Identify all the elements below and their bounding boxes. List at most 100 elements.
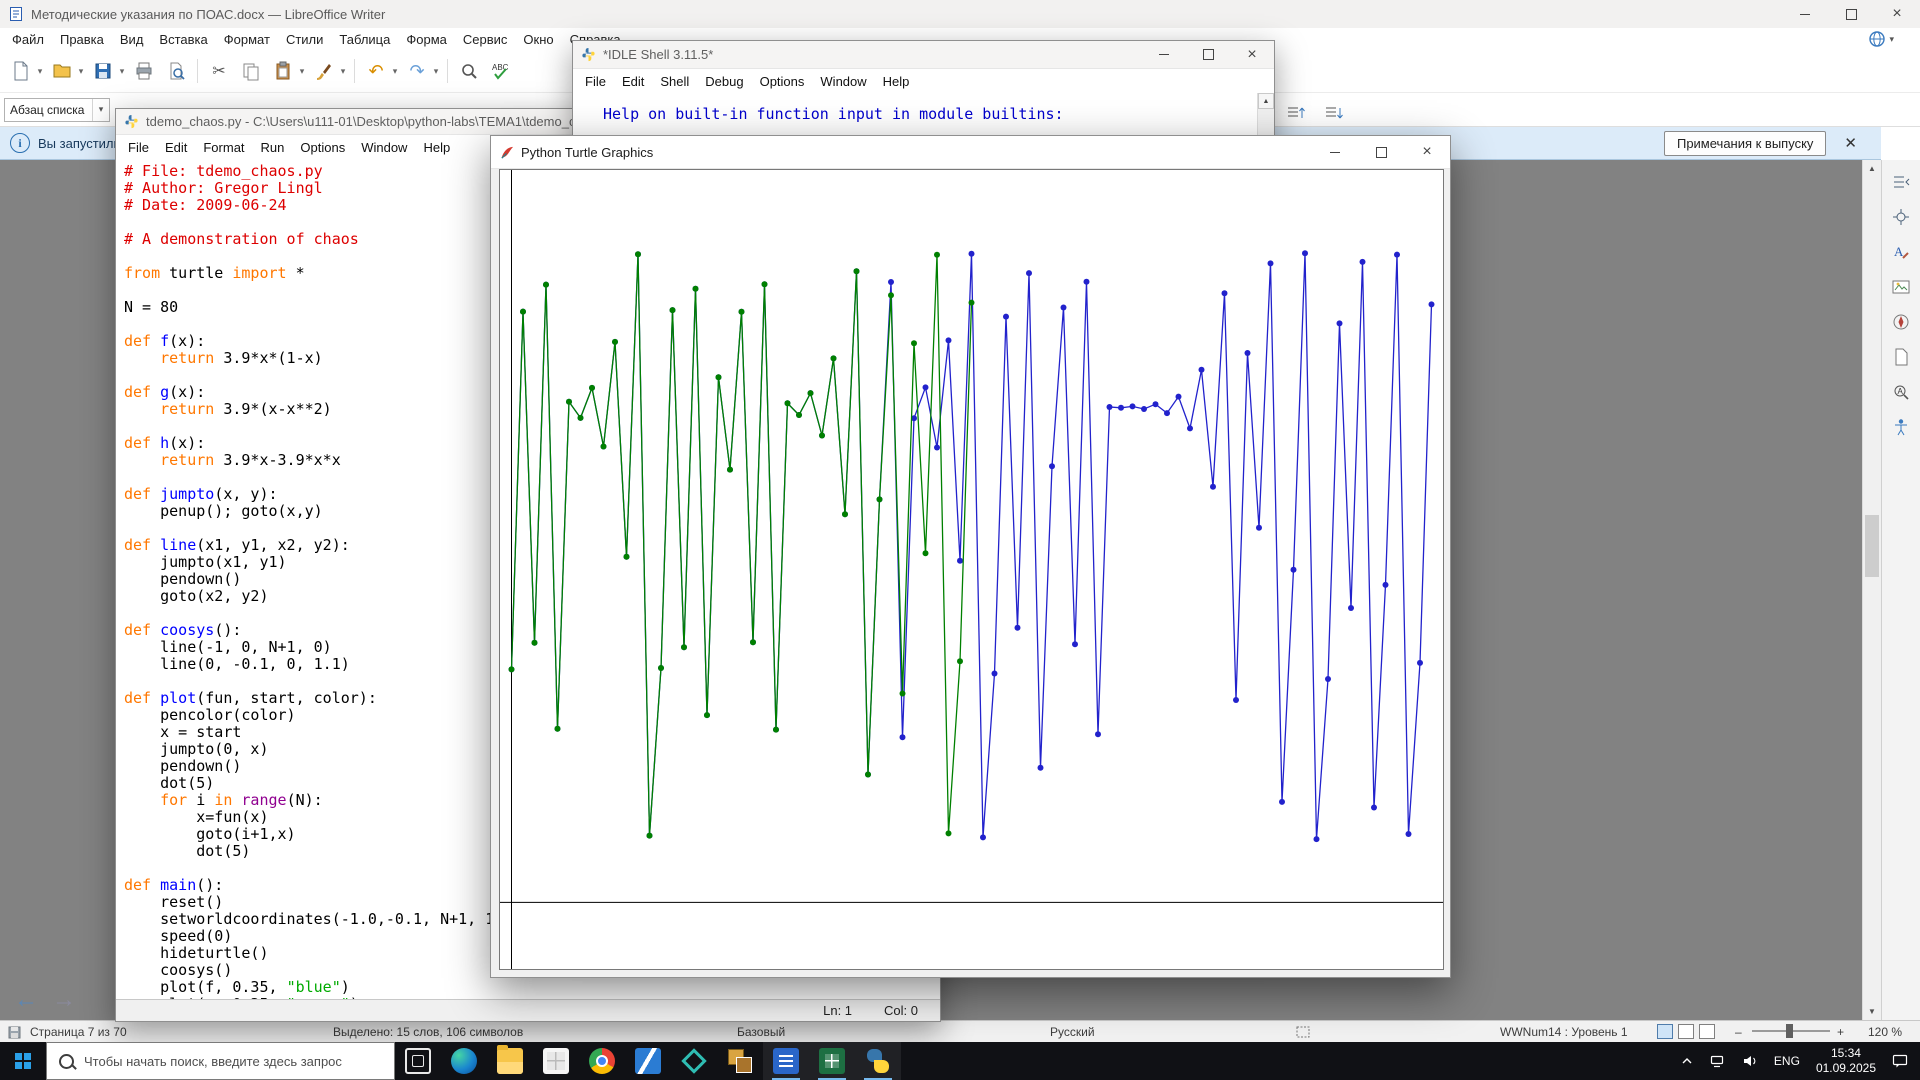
idle-scroll-up-icon[interactable]: ▲ <box>1258 93 1274 109</box>
taskbar-app-file-explorer[interactable] <box>487 1042 533 1080</box>
menu-item[interactable]: Таблица <box>331 30 398 49</box>
status-page[interactable]: Страница 7 из 70 <box>30 1025 127 1039</box>
gallery-icon[interactable] <box>1889 275 1913 299</box>
zoom-in-icon[interactable]: + <box>1837 1025 1844 1039</box>
undo-button[interactable]: ↶ <box>361 55 391 87</box>
zoom-level[interactable]: 120 % <box>1868 1025 1902 1039</box>
idle-close-button[interactable]: × <box>1230 41 1274 68</box>
increase-paragraph-spacing-button[interactable] <box>1280 97 1310 129</box>
paste-button[interactable] <box>268 55 298 87</box>
open-dropdown-caret-icon[interactable]: ▾ <box>76 66 86 77</box>
menu-item[interactable]: Edit <box>157 137 195 158</box>
redo-button[interactable]: ↷ <box>402 55 432 87</box>
decrease-paragraph-spacing-button[interactable] <box>1318 97 1348 129</box>
menu-item[interactable]: Edit <box>614 71 652 92</box>
writer-close-button[interactable]: × <box>1874 0 1920 28</box>
turtle-titlebar[interactable]: Python Turtle Graphics × <box>491 136 1450 169</box>
tray-chevron-icon[interactable] <box>1673 1042 1701 1080</box>
new-document-button[interactable] <box>6 55 36 87</box>
menu-item[interactable]: Сервис <box>455 30 516 49</box>
idle-maximize-button[interactable] <box>1186 41 1230 68</box>
menu-item[interactable]: Options <box>752 71 813 92</box>
turtle-minimize-button[interactable] <box>1312 136 1358 168</box>
writer-minimize-button[interactable] <box>1782 0 1828 28</box>
new-dropdown-caret-icon[interactable]: ▾ <box>35 66 45 77</box>
release-notes-button[interactable]: Примечания к выпуску <box>1663 130 1827 156</box>
menu-item[interactable]: File <box>577 71 614 92</box>
single-page-view-icon[interactable] <box>1657 1024 1673 1039</box>
turtle-maximize-button[interactable] <box>1358 136 1404 168</box>
save-dropdown-caret-icon[interactable]: ▾ <box>117 66 127 77</box>
taskbar-app-libreoffice-writer[interactable] <box>763 1042 809 1080</box>
accessibility-icon[interactable] <box>1889 415 1913 439</box>
zoom-slider[interactable] <box>1752 1024 1830 1038</box>
spelling-button[interactable]: ABC <box>486 55 516 87</box>
volume-icon[interactable] <box>1735 1042 1765 1080</box>
clone-formatting-button[interactable] <box>309 55 339 87</box>
navigator-icon[interactable] <box>1889 310 1913 334</box>
taskbar-app-python-idle[interactable] <box>855 1042 901 1080</box>
language-indicator[interactable]: ENG <box>1767 1042 1807 1080</box>
paragraph-style-combobox[interactable]: Абзац списка ▾ <box>4 97 110 122</box>
open-button[interactable] <box>47 55 77 87</box>
sidebar-settings-icon[interactable] <box>1889 170 1913 194</box>
menu-item[interactable]: Help <box>875 71 918 92</box>
zoom-out-icon[interactable]: – <box>1735 1025 1742 1039</box>
document-scrollbar[interactable]: ▲ ▼ <box>1862 160 1881 1020</box>
status-language[interactable]: Русский <box>1050 1025 1095 1039</box>
combobox-caret-icon[interactable]: ▾ <box>92 98 109 121</box>
status-page-style[interactable]: Базовый <box>737 1025 785 1039</box>
menu-item[interactable]: Shell <box>652 71 697 92</box>
taskbar-app-python-setup[interactable] <box>717 1042 763 1080</box>
status-selection[interactable]: Выделено: 15 слов, 106 символов <box>333 1025 523 1039</box>
back-arrow-icon[interactable]: ← <box>14 986 38 1014</box>
menu-item[interactable]: Help <box>415 137 458 158</box>
zoom-slider-thumb[interactable] <box>1786 1024 1793 1038</box>
style-inspector-icon[interactable]: A <box>1889 380 1913 404</box>
menu-item[interactable]: Вставка <box>151 30 215 49</box>
update-indicator[interactable]: ▾ <box>1868 30 1894 48</box>
menu-item[interactable]: Format <box>195 137 252 158</box>
scroll-up-icon[interactable]: ▲ <box>1863 160 1881 177</box>
properties-icon[interactable] <box>1889 205 1913 229</box>
taskbar-app-chrome[interactable] <box>579 1042 625 1080</box>
selection-mode-icon[interactable] <box>1296 1026 1310 1038</box>
menu-item[interactable]: Стили <box>278 30 331 49</box>
menu-item[interactable]: Debug <box>697 71 751 92</box>
clone-dropdown-caret-icon[interactable]: ▾ <box>338 66 348 77</box>
styles-icon[interactable]: A <box>1889 240 1913 264</box>
book-view-icon[interactable] <box>1699 1024 1715 1039</box>
menu-item[interactable]: Формат <box>216 30 278 49</box>
page-icon[interactable] <box>1889 345 1913 369</box>
menu-item[interactable]: Окно <box>515 30 561 49</box>
menu-item[interactable]: File <box>120 137 157 158</box>
taskbar-app-libreoffice-calc[interactable] <box>809 1042 855 1080</box>
turtle-canvas[interactable] <box>499 169 1444 970</box>
notification-center-icon[interactable] <box>1885 1042 1916 1080</box>
paste-dropdown-caret-icon[interactable]: ▾ <box>297 66 307 77</box>
scroll-down-icon[interactable]: ▼ <box>1863 1003 1881 1020</box>
find-replace-button[interactable] <box>454 55 484 87</box>
taskbar-app-edge[interactable] <box>441 1042 487 1080</box>
menu-item[interactable]: Файл <box>4 30 52 49</box>
taskbar-app-calculator[interactable] <box>533 1042 579 1080</box>
save-status-icon[interactable] <box>8 1026 21 1039</box>
writer-titlebar[interactable]: Методические указания по ПОАС.docx — Lib… <box>0 0 1920 28</box>
menu-item[interactable]: Window <box>353 137 415 158</box>
menu-item[interactable]: Форма <box>398 30 455 49</box>
turtle-close-button[interactable]: × <box>1404 136 1450 168</box>
menu-item[interactable]: Run <box>253 137 293 158</box>
idle-titlebar[interactable]: *IDLE Shell 3.11.5* × <box>573 41 1274 69</box>
menu-item[interactable]: Правка <box>52 30 112 49</box>
network-icon[interactable] <box>1703 1042 1733 1080</box>
idle-minimize-button[interactable] <box>1142 41 1186 68</box>
copy-button[interactable] <box>236 55 266 87</box>
forward-arrow-icon[interactable]: → <box>52 986 76 1014</box>
multi-page-view-icon[interactable] <box>1678 1024 1694 1039</box>
menu-item[interactable]: Options <box>292 137 353 158</box>
scrollbar-thumb[interactable] <box>1865 515 1879 577</box>
taskbar-app-task-view[interactable] <box>395 1042 441 1080</box>
undo-dropdown-caret-icon[interactable]: ▾ <box>390 66 400 77</box>
menu-item[interactable]: Window <box>812 71 874 92</box>
cut-button[interactable]: ✂ <box>204 55 234 87</box>
